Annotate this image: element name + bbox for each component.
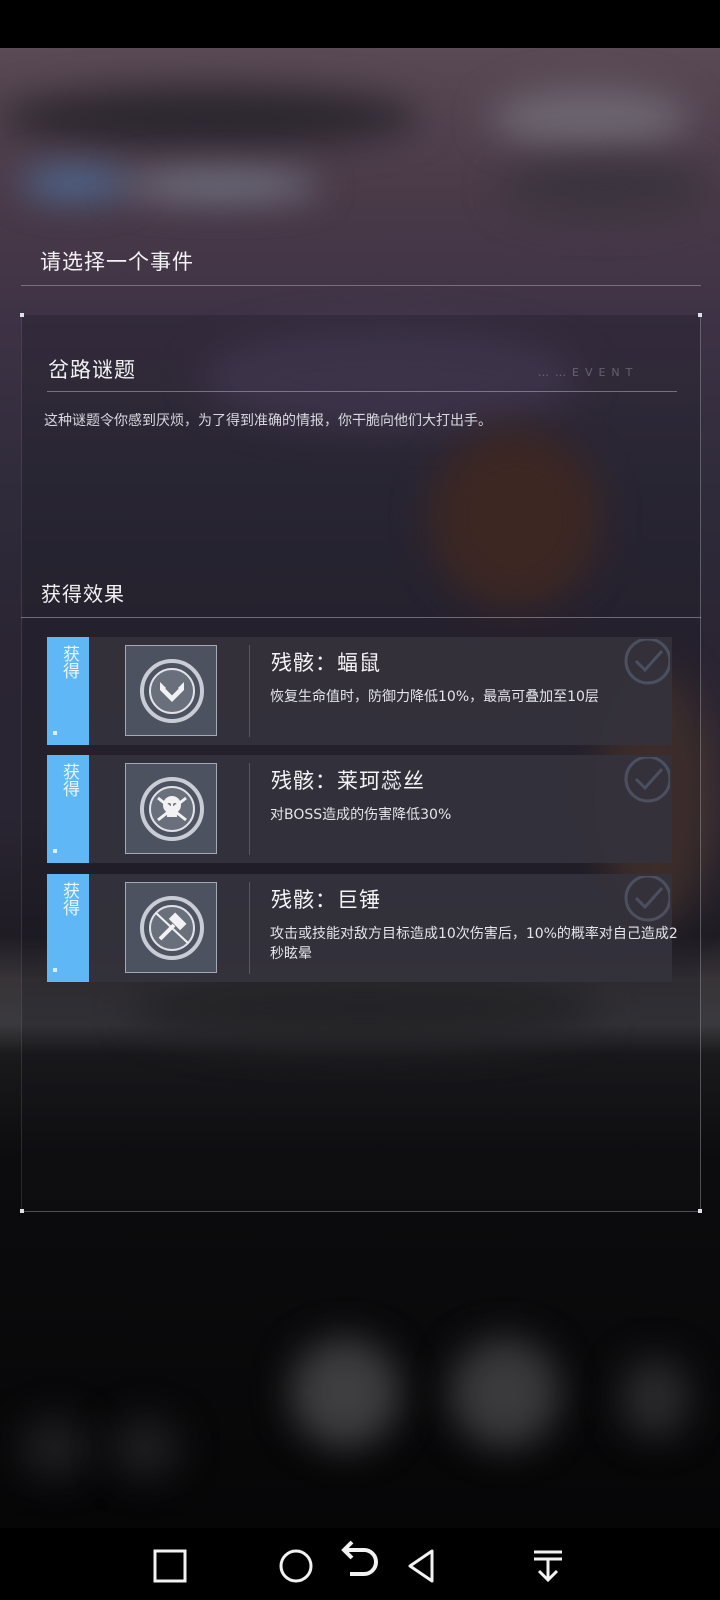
effect-card[interactable]: 获得 残骸：蝠鼠 恢复生命值时，防御力降低10%，最高可叠加至10层 <box>47 637 672 745</box>
hammer-crossed-icon <box>125 882 217 973</box>
check-icon <box>624 757 670 803</box>
back-button[interactable] <box>402 1546 442 1586</box>
corner-marker <box>20 313 24 317</box>
effect-name: 残骸：莱珂蕊丝 <box>271 769 425 793</box>
back-arrow-icon[interactable] <box>336 1536 382 1582</box>
corner-marker <box>698 1209 702 1213</box>
event-name: 岔路谜题 <box>48 358 136 382</box>
check-icon <box>624 876 670 922</box>
effect-card[interactable]: 获得 残骸：巨锤 攻击或技能对敌方目标造成10次伤害后，10%的概率对自己造成2… <box>47 874 678 982</box>
recents-button[interactable] <box>150 1546 190 1586</box>
event-description: 这种谜题令你感到厌烦，为了得到准确的情报，你干脆向他们大打出手。 <box>44 413 492 429</box>
effects-divider <box>21 617 701 618</box>
event-divider <box>47 391 677 392</box>
dialog-title: 请选择一个事件 <box>40 250 194 274</box>
home-button[interactable] <box>276 1546 316 1586</box>
obtain-badge: 获得 <box>47 637 89 745</box>
check-icon <box>624 639 670 685</box>
notification-pulldown-icon[interactable] <box>528 1546 568 1586</box>
card-separator <box>249 645 250 737</box>
card-separator <box>249 882 250 974</box>
corner-marker <box>698 313 702 317</box>
skull-crossbones-icon <box>125 763 217 854</box>
effect-name: 残骸：蝠鼠 <box>271 651 381 675</box>
obtain-badge: 获得 <box>47 755 89 863</box>
event-tag: ……EVENT <box>538 366 639 379</box>
card-separator <box>249 763 250 855</box>
obtain-badge: 获得 <box>47 874 89 982</box>
effect-card[interactable]: 获得 残骸：莱珂蕊丝 对BOSS造成的伤害降低30% <box>47 755 672 863</box>
title-divider <box>21 285 701 286</box>
effects-title: 获得效果 <box>41 582 125 606</box>
effect-name: 残骸：巨锤 <box>271 888 381 912</box>
status-bar <box>0 0 720 48</box>
corner-marker <box>20 1209 24 1213</box>
shield-heart-icon <box>125 645 217 736</box>
